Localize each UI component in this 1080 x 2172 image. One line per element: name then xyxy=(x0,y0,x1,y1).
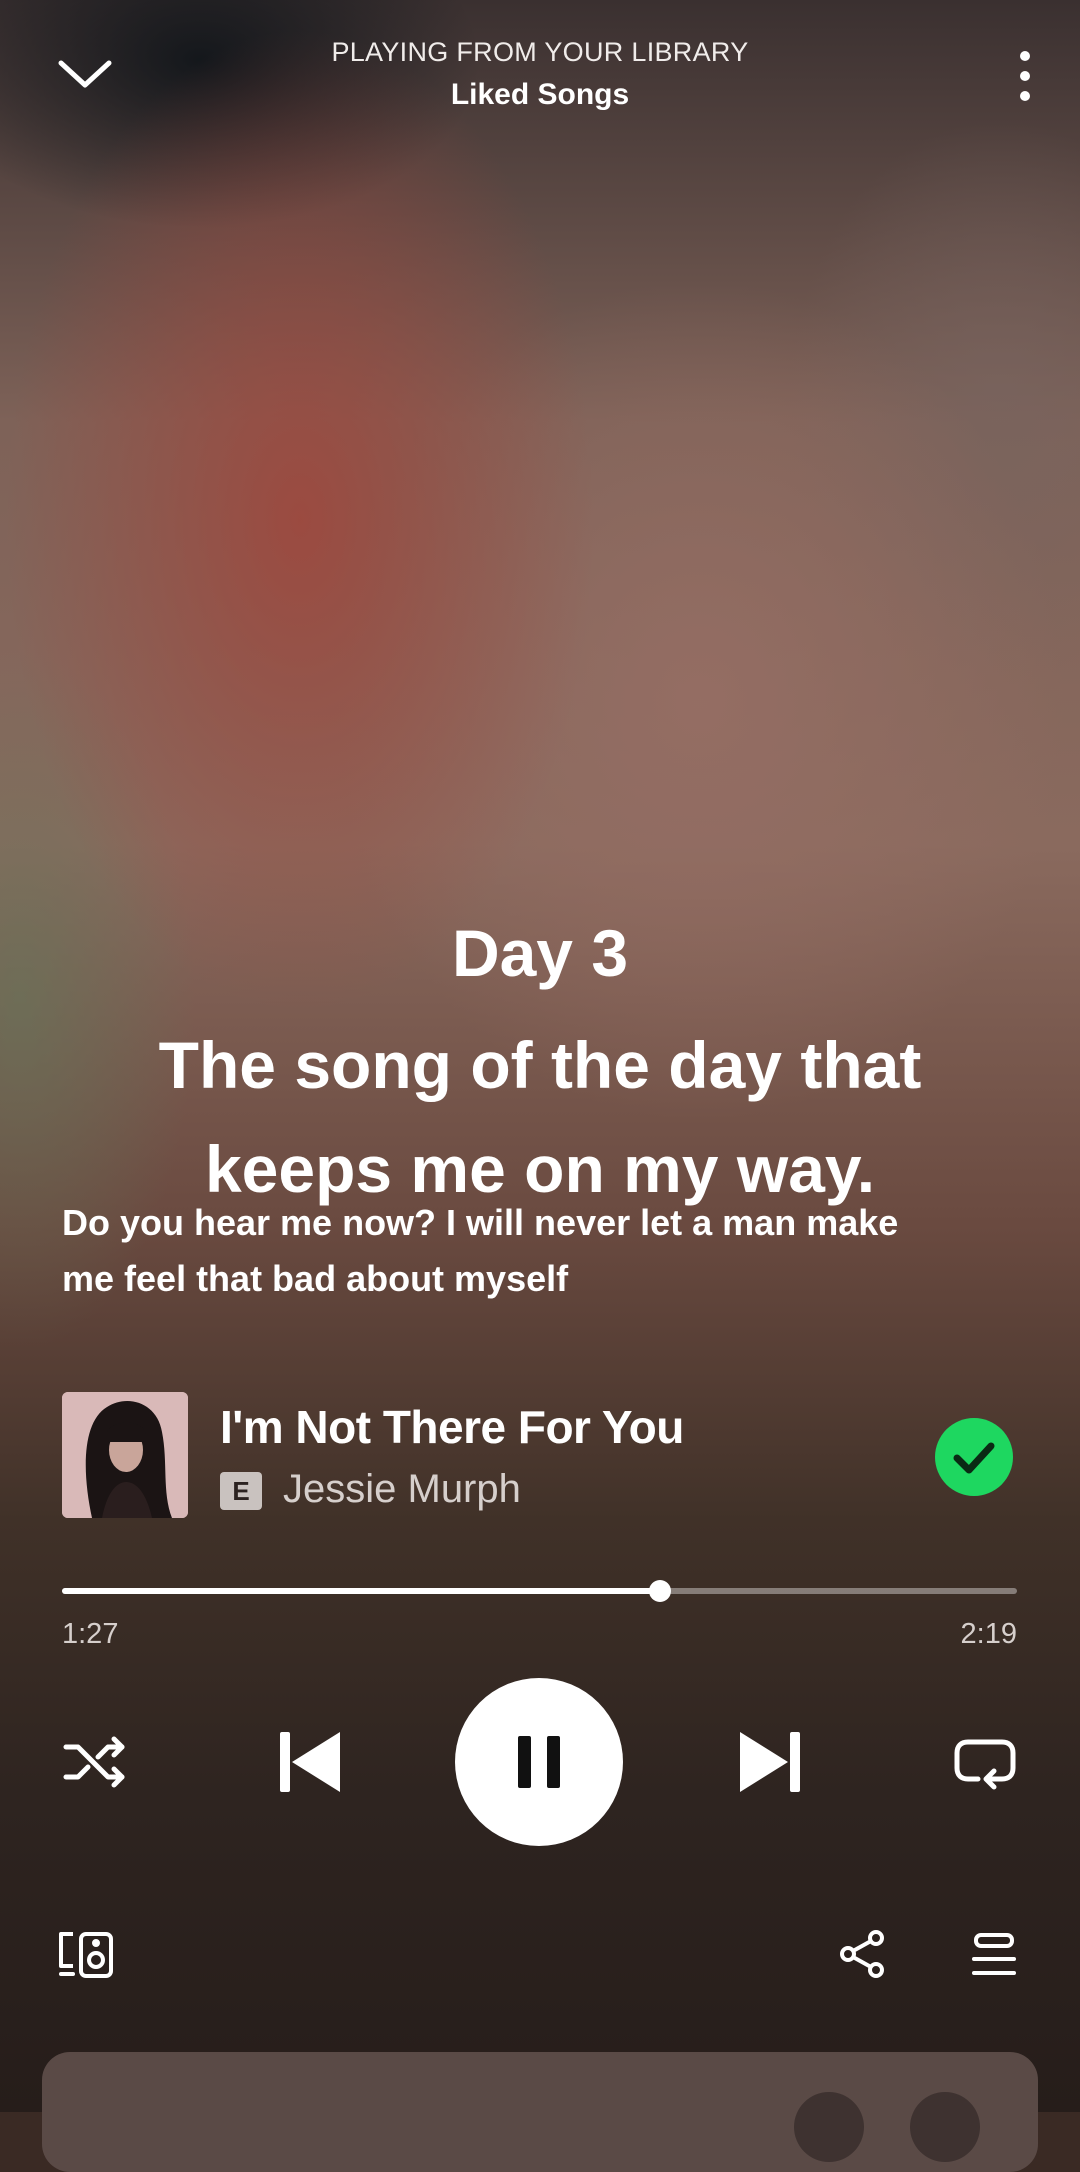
artist-name[interactable]: Jessie Murph xyxy=(283,1467,521,1512)
total-time: 2:19 xyxy=(960,1618,1017,1650)
chevron-down-icon[interactable] xyxy=(55,55,115,95)
pause-button[interactable] xyxy=(455,1678,623,1846)
lyrics-card[interactable] xyxy=(42,2052,1038,2172)
now-playing-header: PLAYING FROM YOUR LIBRARY Liked Songs xyxy=(0,0,1080,130)
track-title[interactable]: I'm Not There For You xyxy=(220,1400,684,1454)
playing-from-label: PLAYING FROM YOUR LIBRARY xyxy=(331,37,749,67)
share-icon[interactable] xyxy=(838,1928,888,1980)
lyrics-share-circle[interactable] xyxy=(794,2092,864,2162)
lyrics-expand-circle[interactable] xyxy=(910,2092,980,2162)
overlay-day-label: Day 3 xyxy=(451,916,629,990)
playlist-name[interactable]: Liked Songs xyxy=(240,78,840,112)
lyrics-preview: Do you hear me now? I will never let a m… xyxy=(62,1195,1022,1307)
shuffle-icon[interactable] xyxy=(62,1733,128,1791)
explicit-badge: E xyxy=(220,1472,262,1510)
progress-knob[interactable] xyxy=(648,1580,671,1602)
skip-next-icon[interactable] xyxy=(738,1728,802,1796)
queue-icon[interactable] xyxy=(970,1932,1018,1978)
skip-previous-icon[interactable] xyxy=(278,1728,342,1796)
lyrics-line-1: Do you hear me now? I will never let a m… xyxy=(62,1202,899,1243)
caption-line-1: The song of the day that xyxy=(158,1028,922,1102)
elapsed-time: 1:27 xyxy=(62,1618,119,1650)
repeat-icon[interactable] xyxy=(952,1733,1018,1791)
progress-fill xyxy=(62,1588,660,1594)
liked-check-icon[interactable] xyxy=(935,1418,1013,1496)
lyrics-line-2: me feel that bad about myself xyxy=(62,1258,569,1299)
progress-bar[interactable] xyxy=(62,1580,1017,1602)
more-vertical-icon[interactable] xyxy=(1010,48,1040,104)
overlay-caption: The song of the day that keeps me on my … xyxy=(0,1013,1080,1221)
album-art-thumbnail xyxy=(62,1392,188,1518)
connect-devices-icon[interactable] xyxy=(57,1930,117,1980)
